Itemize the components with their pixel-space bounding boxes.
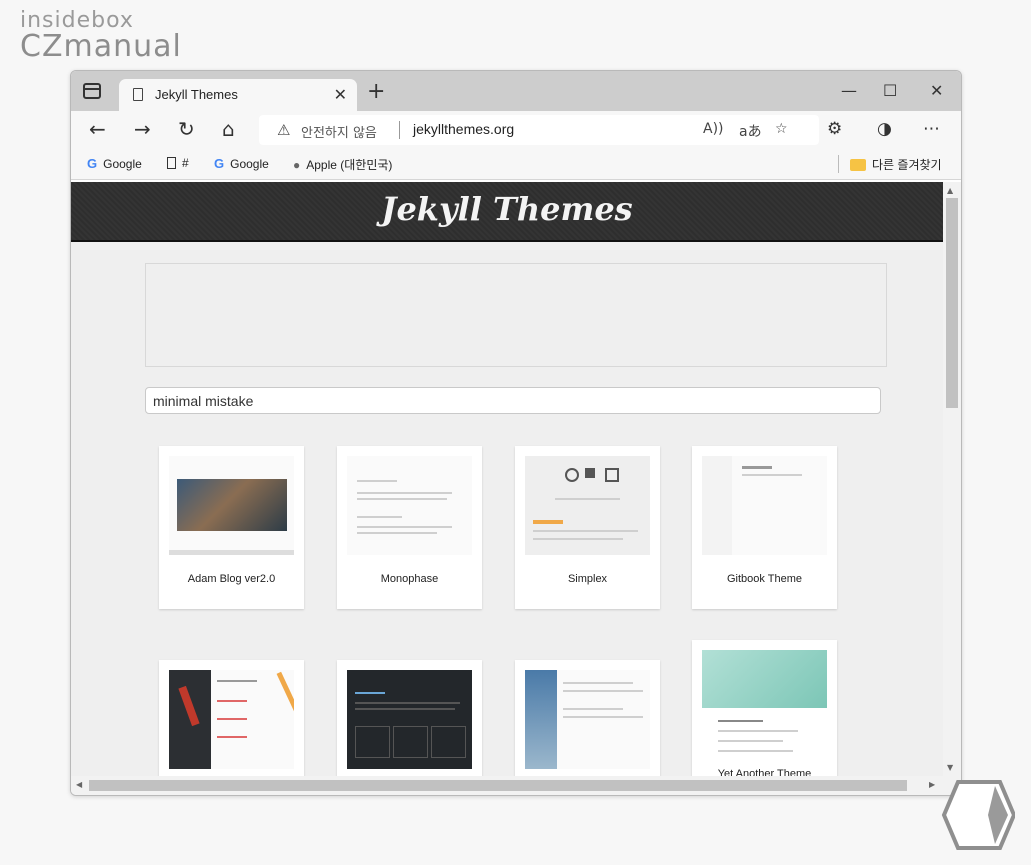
address-bar[interactable]: ⚠ 안전하지 않음 jekyllthemes.org A)) aあ ☆ — [259, 115, 819, 145]
bookmark-label: Google — [103, 156, 142, 171]
vertical-scroll-thumb[interactable] — [946, 198, 958, 408]
theme-name: Gitbook Theme — [726, 573, 802, 585]
theme-thumbnail — [347, 670, 472, 769]
theme-thumbnail — [525, 456, 650, 555]
theme-card-gitbook[interactable]: Gitbook Theme — [692, 446, 837, 609]
theme-thumbnail — [702, 650, 827, 708]
theme-card[interactable] — [159, 660, 304, 776]
address-divider — [399, 121, 400, 139]
more-options-icon[interactable]: ⋯ — [923, 119, 940, 139]
scroll-right-icon[interactable]: ▶ — [929, 780, 935, 789]
bookmark-label: # — [182, 156, 189, 170]
theme-name: Yet Another Theme — [717, 768, 812, 776]
bookmark-label: Apple (대한민국) — [306, 158, 393, 172]
site-watermark: insidebox CZmanual — [20, 8, 182, 64]
site-header: Jekyll Themes — [71, 182, 943, 242]
theme-name: Adam Blog ver2.0 — [187, 573, 276, 585]
favorites-bar: G Google # G Google ● Apple (대한민국) 다른 즐겨… — [71, 149, 961, 180]
tab-jekyll-themes[interactable]: Jekyll Themes ✕ — [119, 79, 357, 111]
read-aloud-icon[interactable]: A)) — [703, 121, 724, 137]
theme-name: Monophase — [380, 573, 439, 585]
theme-thumbnail — [525, 670, 650, 769]
navigation-toolbar: ← → ↻ ⌂ ⚠ 안전하지 않음 jekyllthemes.org A)) a… — [71, 111, 961, 149]
refresh-button[interactable]: ↻ — [178, 119, 195, 139]
maximize-button[interactable]: ☐ — [883, 81, 897, 100]
translate-icon[interactable]: aあ — [739, 121, 762, 141]
tab-actions-icon[interactable] — [83, 83, 101, 99]
brand-line2: CZmanual — [20, 29, 182, 64]
other-favorites-folder[interactable]: 다른 즐겨찾기 — [850, 156, 942, 173]
add-favorite-icon[interactable]: ☆ — [775, 121, 788, 137]
apple-icon: ● — [293, 157, 301, 172]
theme-card-yet-another[interactable]: Yet Another Theme — [692, 640, 837, 776]
google-icon: G — [87, 156, 98, 171]
security-label[interactable]: 안전하지 않음 — [301, 122, 377, 141]
home-button[interactable]: ⌂ — [222, 119, 235, 139]
forward-button[interactable]: → — [134, 119, 151, 139]
scroll-left-icon[interactable]: ◀ — [76, 780, 82, 789]
folder-icon — [850, 158, 866, 171]
favorites-divider — [838, 155, 839, 173]
extensions-icon[interactable]: ⚙ — [827, 119, 842, 139]
theme-name: Simplex — [567, 573, 608, 585]
theme-thumbnail — [169, 456, 294, 555]
bookmark-google[interactable]: G Google — [87, 156, 142, 171]
profile-icon[interactable]: ◑ — [877, 119, 892, 139]
theme-card-simplex[interactable]: Simplex — [515, 446, 660, 609]
other-favorites-label: 다른 즐겨찾기 — [872, 158, 942, 172]
close-window-button[interactable]: ✕ — [930, 81, 943, 100]
theme-card-adam-blog[interactable]: Adam Blog ver2.0 — [159, 446, 304, 609]
back-button[interactable]: ← — [89, 119, 106, 139]
page-viewport: Jekyll Themes minimal mistake Adam Blog … — [71, 182, 943, 776]
google-icon: G — [214, 156, 225, 171]
bookmark-hash[interactable]: # — [167, 156, 189, 170]
bookmark-apple[interactable]: ● Apple (대한민국) — [293, 156, 392, 173]
site-title[interactable]: Jekyll Themes — [71, 190, 943, 228]
theme-thumbnail — [347, 456, 472, 555]
scroll-down-icon[interactable]: ▼ — [947, 763, 953, 772]
theme-card[interactable] — [337, 660, 482, 776]
tab-bar: Jekyll Themes ✕ + — ☐ ✕ — [71, 71, 961, 111]
tab-title: Jekyll Themes — [155, 87, 238, 102]
bookmark-label: Google — [230, 156, 269, 171]
theme-card-monophase[interactable]: Monophase — [337, 446, 482, 609]
horizontal-scroll-thumb[interactable] — [89, 780, 907, 791]
warning-icon[interactable]: ⚠ — [277, 121, 290, 139]
brand-logo-icon — [941, 780, 1015, 850]
theme-thumbnail — [169, 670, 294, 769]
theme-search-input[interactable]: minimal mistake — [145, 387, 881, 414]
close-tab-icon[interactable]: ✕ — [334, 85, 347, 104]
page-icon — [167, 157, 176, 169]
minimize-button[interactable]: — — [841, 81, 857, 100]
horizontal-scrollbar[interactable]: ◀ ▶ — [71, 776, 961, 795]
bookmark-google-2[interactable]: G Google — [214, 156, 269, 171]
new-tab-button[interactable]: + — [367, 79, 385, 104]
vertical-scrollbar[interactable]: ▲ ▼ — [943, 182, 961, 776]
browser-window: Jekyll Themes ✕ + — ☐ ✕ ← → ↻ ⌂ ⚠ 안전하지 않… — [70, 70, 962, 796]
ad-placeholder — [145, 263, 887, 367]
scroll-up-icon[interactable]: ▲ — [947, 186, 953, 195]
theme-card[interactable] — [515, 660, 660, 776]
theme-thumbnail — [702, 456, 827, 555]
url-text[interactable]: jekyllthemes.org — [413, 121, 514, 137]
page-icon — [133, 88, 143, 101]
